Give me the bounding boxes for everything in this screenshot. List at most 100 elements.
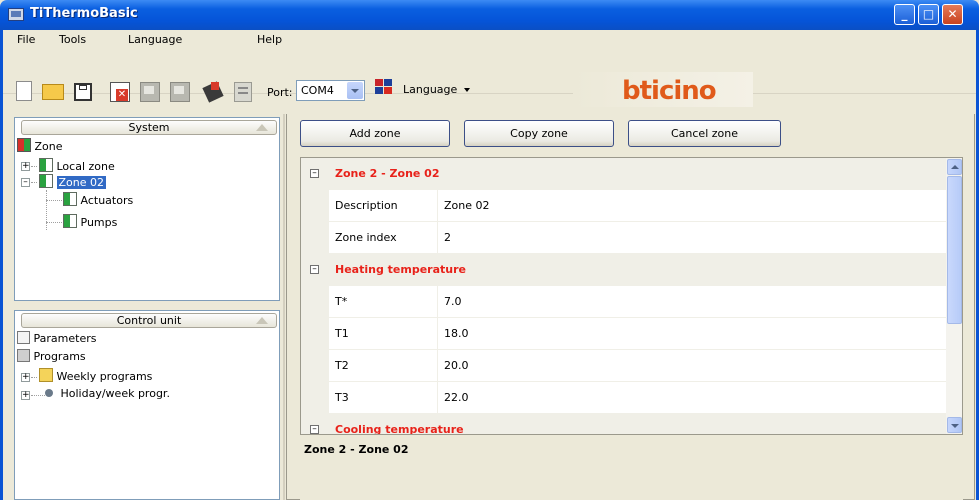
tree-item-programs[interactable]: Programs	[17, 349, 86, 365]
property-name: T2	[329, 350, 438, 382]
language-dropdown[interactable]: Language	[398, 80, 483, 100]
programs-icon	[17, 349, 30, 362]
category-label: Cooling temperature	[335, 423, 464, 435]
add-zone-button[interactable]: Add zone	[300, 120, 450, 147]
tree-item-pumps[interactable]: Pumps	[63, 214, 117, 230]
port-value: COM4	[301, 84, 334, 97]
tree-item-parameters[interactable]: Parameters	[17, 331, 96, 347]
property-zone-index[interactable]: Zone index 2	[301, 222, 946, 254]
category-label: Heating temperature	[335, 263, 466, 276]
collapse-icon[interactable]: –	[310, 425, 319, 434]
property-value[interactable]: 18.0	[438, 318, 946, 350]
port-select[interactable]: COM4	[296, 80, 365, 101]
collapse-icon[interactable]: –	[310, 265, 319, 274]
tree-item-zone-02[interactable]: Zone 02	[39, 174, 106, 190]
menu-tools[interactable]: Tools	[59, 33, 86, 46]
zone-icon	[39, 174, 53, 188]
menu-language[interactable]: Language	[128, 33, 182, 46]
category-label: Zone 2 - Zone 02	[335, 167, 440, 180]
language-label: Language	[403, 83, 458, 96]
scroll-thumb[interactable]	[947, 176, 962, 324]
tree-item-label: Actuators	[80, 194, 134, 207]
language-flag-icon	[375, 79, 393, 95]
tree-item-actuators[interactable]: Actuators	[63, 192, 133, 208]
zone-icon	[39, 158, 53, 172]
property-name: T1	[329, 318, 438, 350]
category-cooling[interactable]: – Cooling temperature	[301, 414, 946, 435]
tree-item-label: Programs	[33, 350, 86, 363]
control-unit-panel-title: Control unit	[116, 314, 182, 327]
property-t1[interactable]: T1 18.0	[301, 318, 946, 350]
app-icon	[8, 8, 24, 21]
download-icon[interactable]	[202, 81, 224, 103]
property-name: T3	[329, 382, 438, 414]
delete-icon[interactable]: ✕	[110, 82, 130, 102]
system-panel: System Zone + Local zone – Zone 02 Actua…	[14, 117, 280, 301]
tree-item-label: Weekly programs	[56, 370, 153, 383]
description-panel: Zone 2 - Zone 02	[300, 435, 963, 500]
expand-holiday-icon[interactable]: +	[21, 391, 30, 400]
tree-root-zone[interactable]: Zone	[17, 138, 63, 154]
control-unit-panel: Control unit Parameters Programs + Weekl…	[14, 310, 280, 500]
tree-item-label: Zone 02	[56, 176, 106, 189]
property-value[interactable]: 22.0	[438, 382, 946, 414]
property-value[interactable]: 7.0	[438, 286, 946, 318]
category-heating[interactable]: – Heating temperature	[301, 254, 946, 286]
title-bar: TiThermoBasic _ □ ✕	[0, 0, 979, 30]
system-panel-header[interactable]: System	[21, 120, 277, 135]
scroll-down-button[interactable]	[947, 417, 962, 433]
property-name: Description	[329, 190, 438, 222]
expand-weekly-icon[interactable]: +	[21, 373, 30, 382]
collapse-zone-02-icon[interactable]: –	[21, 178, 30, 187]
save-icon[interactable]	[74, 83, 92, 101]
property-value[interactable]: 2	[438, 222, 946, 254]
property-t2[interactable]: T2 20.0	[301, 350, 946, 382]
zone-icon	[63, 214, 77, 228]
chevron-down-icon[interactable]	[347, 82, 363, 99]
tree-item-local-zone[interactable]: Local zone	[39, 158, 115, 174]
tree-item-weekly-programs[interactable]: Weekly programs	[39, 368, 152, 384]
minimize-button[interactable]: _	[894, 4, 915, 25]
property-t3[interactable]: T3 22.0	[301, 382, 946, 414]
menu-file[interactable]: File	[17, 33, 35, 46]
calendar-icon	[39, 368, 53, 382]
zone-icon	[63, 192, 77, 206]
chevron-down-icon	[464, 88, 470, 92]
collapse-icon[interactable]: –	[310, 169, 319, 178]
new-icon[interactable]	[16, 81, 32, 101]
zone-icon	[17, 138, 31, 152]
holiday-icon	[45, 389, 53, 397]
property-name: T*	[329, 286, 438, 318]
category-zone[interactable]: – Zone 2 - Zone 02	[301, 158, 946, 190]
control-unit-panel-header[interactable]: Control unit	[21, 313, 277, 328]
parameters-icon	[17, 331, 30, 344]
maximize-button[interactable]: □	[918, 4, 939, 25]
property-value[interactable]: Zone 02	[438, 190, 946, 222]
vertical-scrollbar[interactable]	[946, 158, 962, 434]
menu-help[interactable]: Help	[257, 33, 282, 46]
collapse-icon[interactable]	[256, 124, 268, 131]
document-icon[interactable]	[234, 82, 252, 102]
property-grid: – Zone 2 - Zone 02 Description Zone 02 Z…	[300, 157, 963, 435]
collapse-icon[interactable]	[256, 317, 268, 324]
expand-local-zone-icon[interactable]: +	[21, 162, 30, 171]
flag-icon[interactable]	[170, 82, 190, 102]
cancel-zone-button[interactable]: Cancel zone	[628, 120, 781, 147]
description-title: Zone 2 - Zone 02	[304, 443, 409, 456]
window-title: TiThermoBasic	[30, 6, 138, 21]
close-button[interactable]: ✕	[942, 4, 963, 25]
property-value[interactable]: 20.0	[438, 350, 946, 382]
scroll-up-button[interactable]	[947, 159, 962, 175]
system-panel-title: System	[128, 121, 170, 134]
open-icon[interactable]	[42, 84, 64, 100]
splitter[interactable]	[283, 114, 285, 500]
tree-root-label: Zone	[34, 140, 63, 153]
bticino-logo: bticino	[622, 76, 717, 106]
tree-item-holiday[interactable]: Holiday/week progr.	[45, 386, 170, 402]
property-name: Zone index	[329, 222, 438, 254]
property-description[interactable]: Description Zone 02	[301, 190, 946, 222]
property-tstar[interactable]: T* 7.0	[301, 286, 946, 318]
menu-bar: File Tools Language Help	[3, 30, 976, 50]
copy-zone-button[interactable]: Copy zone	[464, 120, 614, 147]
flag-icon[interactable]	[140, 82, 160, 102]
